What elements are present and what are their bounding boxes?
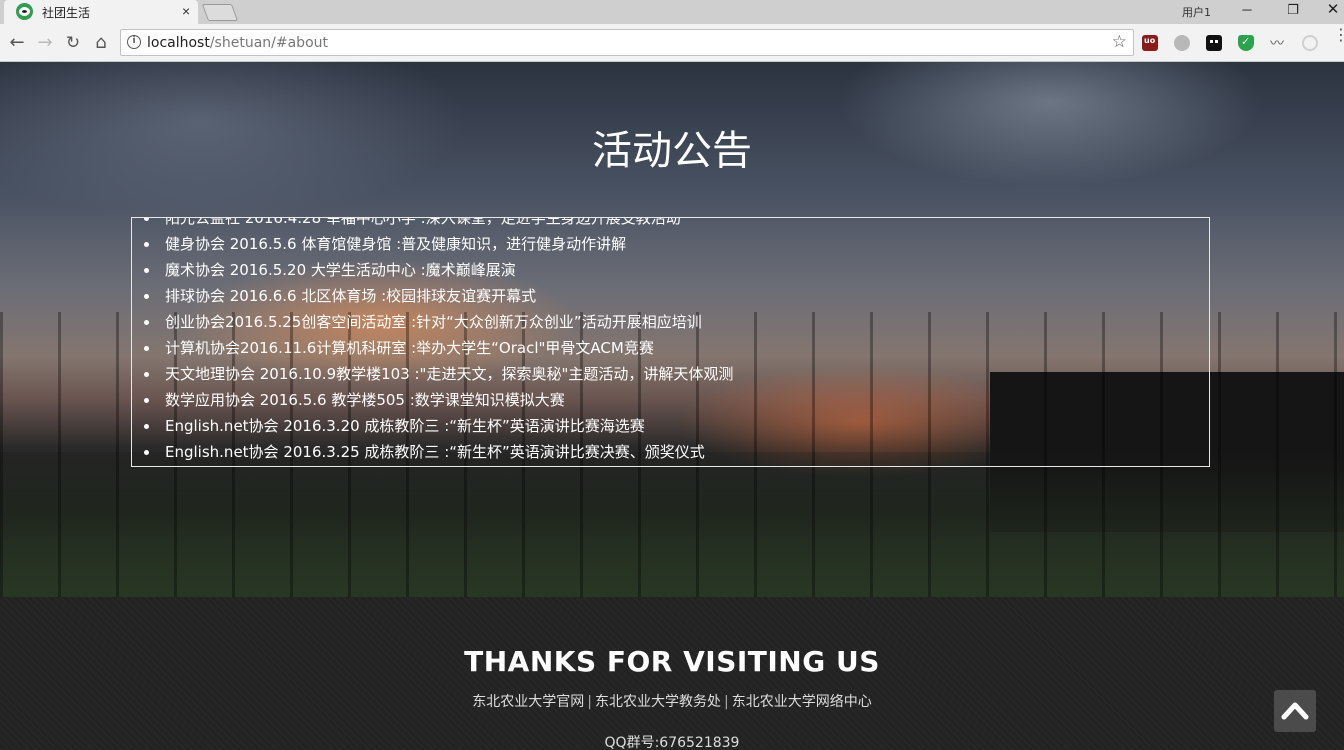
footer-separator: | <box>724 694 729 710</box>
site-footer: THANKS FOR VISITING US 东北农业大学官网 | 东北农业大学教务… <box>0 597 1344 750</box>
tab-title: 社团生活 <box>42 6 91 20</box>
footer-link-network-center[interactable]: 东北农业大学网络中心 <box>732 694 872 710</box>
notice-item: 阳光公益社 2016.4.28 幸福中心小学 :深入课堂，走进学生身边开展支教活… <box>132 218 1209 231</box>
footer-link-official-site[interactable]: 东北农业大学官网 <box>472 694 584 710</box>
notice-item: 健身协会 2016.5.6 体育馆健身馆 :普及健康知识，进行健身动作讲解 <box>132 231 1209 257</box>
browser-tab[interactable]: 社团生活 × <box>4 0 198 24</box>
panda-favicon-icon <box>16 3 33 20</box>
browser-menu-icon[interactable]: ⋮ <box>1333 28 1344 44</box>
notice-scroll-box[interactable]: 阳光公益社 2016.4.28 幸福中心小学 :深入课堂，走进学生身边开展支教活… <box>131 217 1210 467</box>
notice-item: 魔术协会 2016.5.20 大学生活动中心 :魔术巅峰展演 <box>132 257 1209 283</box>
sync-extension-icon[interactable] <box>1302 35 1318 51</box>
back-arrow-icon[interactable]: ← <box>6 32 28 54</box>
shield-extension-icon[interactable] <box>1238 35 1254 51</box>
url-host: localhost <box>147 35 210 51</box>
home-icon[interactable]: ⌂ <box>90 32 112 54</box>
browser-tabstrip: 社团生活 × 用户1 ─ ❐ ✕ <box>0 0 1344 24</box>
notice-item: English.net协会 2016.3.25 成栋教阶三 :“新生杯”英语演讲… <box>132 439 1209 465</box>
footer-links: 东北农业大学官网 | 东北农业大学教务处 | 东北农业大学网络中心 <box>0 691 1344 711</box>
notice-item: 计算机协会2016.11.6计算机科研室 :举办大学生“Oracl"甲骨文ACM… <box>132 335 1209 361</box>
forward-arrow-icon[interactable]: → <box>34 32 56 54</box>
notice-item: 创业协会2016.5.25创客空间活动室 :针对“大众创新万众创业”活动开展相应… <box>132 309 1209 335</box>
footer-qq-group: QQ群号:676521839 <box>604 735 740 750</box>
ublock-extension-icon[interactable] <box>1142 35 1158 51</box>
ghostery-extension-icon[interactable] <box>1206 35 1222 51</box>
notice-item: 排球协会 2016.6.6 北区体育场 :校园排球友谊赛开幕式 <box>132 283 1209 309</box>
grey-extension-icon[interactable] <box>1174 35 1190 51</box>
chevron-up-icon <box>1281 702 1309 720</box>
new-tab-button[interactable] <box>201 4 239 21</box>
footer-link-academic-affairs[interactable]: 东北农业大学教务处 <box>595 694 721 710</box>
window-close-button[interactable]: ✕ <box>1310 0 1344 22</box>
browser-toolbar: ← → ↻ ⌂ i localhost/shetuan/#about ☆ 〰 ⋮ <box>0 24 1344 62</box>
chart-extension-icon[interactable]: 〰 <box>1270 35 1286 51</box>
address-bar[interactable]: i localhost/shetuan/#about ☆ <box>120 29 1134 56</box>
footer-separator: | <box>587 694 592 710</box>
reload-icon[interactable]: ↻ <box>62 32 84 54</box>
window-minimize-button[interactable]: ─ <box>1224 0 1270 22</box>
notice-item: English.net协会 2016.3.20 成栋教阶三 :“新生杯”英语演讲… <box>132 413 1209 439</box>
notice-item: 数学应用协会 2016.5.6 教学楼505 :数学课堂知识模拟大赛 <box>132 387 1209 413</box>
back-to-top-button[interactable] <box>1274 690 1316 732</box>
footer-title: THANKS FOR VISITING US <box>464 645 880 678</box>
section-title: 活动公告 <box>592 128 752 174</box>
url-path: /shetuan/#about <box>209 35 328 51</box>
notice-item: 天文地理协会 2016.10.9教学楼103 :"走进天文，探索奥秘"主题活动，… <box>132 361 1209 387</box>
bookmark-star-icon[interactable]: ☆ <box>1112 32 1127 52</box>
site-info-icon[interactable]: i <box>127 35 141 49</box>
url-text[interactable]: localhost/shetuan/#about <box>147 35 328 51</box>
profile-user-label[interactable]: 用户1 <box>1182 4 1211 20</box>
tab-close-icon[interactable]: × <box>182 3 190 19</box>
notice-list: 阳光公益社 2016.4.28 幸福中心小学 :深入课堂，走进学生身边开展支教活… <box>132 218 1209 465</box>
